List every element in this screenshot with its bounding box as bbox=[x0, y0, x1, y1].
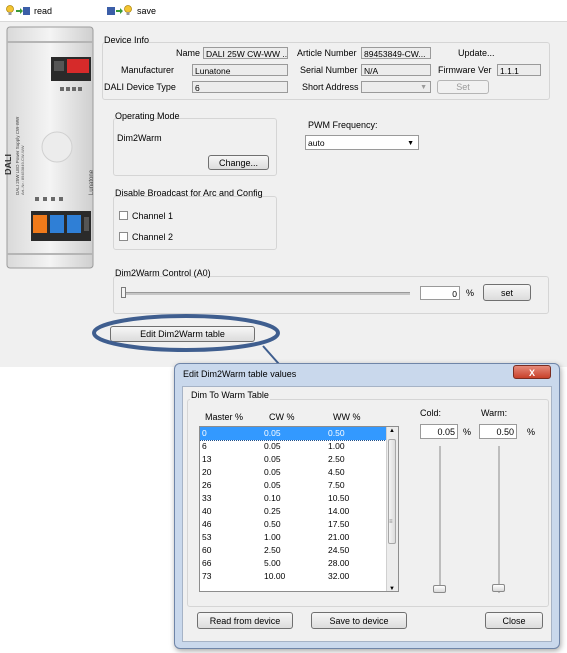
close-button[interactable]: Close bbox=[485, 612, 543, 629]
cell-master: 66 bbox=[202, 558, 212, 568]
warm-unit: % bbox=[527, 427, 536, 437]
read-from-device-button[interactable]: Read from device bbox=[197, 612, 293, 629]
cell-ww: 1.00 bbox=[328, 441, 345, 451]
table-row[interactable]: 20 0.05 4.50 bbox=[200, 466, 390, 479]
cell-master: 13 bbox=[202, 454, 212, 464]
cell-master: 0 bbox=[202, 428, 207, 438]
cell-cw: 0.05 bbox=[264, 441, 281, 451]
warm-label: Warm: bbox=[481, 408, 508, 418]
cold-slider-thumb[interactable] bbox=[433, 584, 446, 593]
callout-ellipse bbox=[92, 314, 280, 352]
column-header-cw: CW % bbox=[269, 412, 295, 422]
cell-master: 26 bbox=[202, 480, 212, 490]
table-row[interactable]: 0 0.05 0.50 bbox=[200, 427, 391, 441]
cell-master: 53 bbox=[202, 532, 212, 542]
table-row[interactable]: 66 5.00 28.00 bbox=[200, 557, 390, 570]
table-row[interactable]: 46 0.50 17.50 bbox=[200, 518, 390, 531]
cell-ww: 0.50 bbox=[328, 428, 345, 438]
cell-ww: 17.50 bbox=[328, 519, 350, 529]
table-scrollbar[interactable]: ▲ ≡ ▼ bbox=[386, 427, 398, 591]
cell-master: 60 bbox=[202, 545, 212, 555]
cell-master: 73 bbox=[202, 571, 212, 581]
table-row[interactable]: 13 0.05 2.50 bbox=[200, 453, 390, 466]
cell-ww: 4.50 bbox=[328, 467, 345, 477]
warm-slider-thumb[interactable] bbox=[492, 584, 505, 593]
table-scrollbar-thumb[interactable] bbox=[388, 439, 396, 544]
table-row[interactable]: 26 0.05 7.50 bbox=[200, 479, 390, 492]
cell-cw: 10.00 bbox=[264, 571, 286, 581]
table-row[interactable]: 6 0.05 1.00 bbox=[200, 440, 390, 453]
column-header-ww: WW % bbox=[333, 412, 361, 422]
cold-value-field[interactable]: 0.05 bbox=[420, 424, 458, 439]
warm-value-field[interactable]: 0.50 bbox=[479, 424, 517, 439]
cell-ww: 14.00 bbox=[328, 506, 350, 516]
cell-ww: 10.50 bbox=[328, 493, 350, 503]
cell-ww: 2.50 bbox=[328, 454, 345, 464]
scroll-down-icon[interactable]: ▼ bbox=[389, 586, 395, 591]
scroll-up-icon[interactable]: ▲ bbox=[389, 428, 395, 434]
table-row[interactable]: 40 0.25 14.00 bbox=[200, 505, 390, 518]
table-row[interactable]: 33 0.10 10.50 bbox=[200, 492, 390, 505]
cell-cw: 5.00 bbox=[264, 558, 281, 568]
cell-ww: 24.50 bbox=[328, 545, 350, 555]
cold-label: Cold: bbox=[420, 408, 442, 418]
cell-ww: 28.00 bbox=[328, 558, 350, 568]
column-header-master: Master % bbox=[205, 412, 244, 422]
cell-ww: 21.00 bbox=[328, 532, 350, 542]
dialog-close-icon[interactable]: X bbox=[513, 365, 551, 379]
cell-ww: 7.50 bbox=[328, 480, 345, 490]
cell-cw: 0.50 bbox=[264, 519, 281, 529]
cell-cw: 0.05 bbox=[264, 467, 281, 477]
cell-cw: 0.25 bbox=[264, 506, 281, 516]
grip-icon: ≡ bbox=[389, 519, 393, 525]
dialog-title: Edit Dim2Warm table values bbox=[183, 369, 297, 379]
cell-master: 33 bbox=[202, 493, 212, 503]
cell-cw: 2.50 bbox=[264, 545, 281, 555]
cell-cw: 0.05 bbox=[264, 454, 281, 464]
cold-slider-track[interactable] bbox=[439, 446, 441, 593]
table-grid[interactable]: 73 10.00 32.00 66 5.00 28.00 60 2.50 24.50 53 1.00… bbox=[199, 426, 399, 592]
cell-cw: 0.10 bbox=[264, 493, 281, 503]
cell-master: 46 bbox=[202, 519, 212, 529]
cell-cw: 1.00 bbox=[264, 532, 281, 542]
save-to-device-button[interactable]: Save to device bbox=[311, 612, 407, 629]
cell-cw: 0.05 bbox=[264, 428, 281, 438]
cell-master: 6 bbox=[202, 441, 207, 451]
cell-ww: 32.00 bbox=[328, 571, 350, 581]
cell-master: 20 bbox=[202, 467, 212, 477]
edit-table-dialog: Edit Dim2Warm table values X Dim To Warm… bbox=[174, 363, 560, 649]
cell-cw: 0.05 bbox=[264, 480, 281, 490]
table-row[interactable]: 73 10.00 32.00 bbox=[200, 570, 390, 583]
dim-to-warm-group-title: Dim To Warm Table bbox=[190, 390, 270, 400]
table-row[interactable]: 60 2.50 24.50 bbox=[200, 544, 390, 557]
table-row[interactable]: 53 1.00 21.00 bbox=[200, 531, 390, 544]
cell-master: 40 bbox=[202, 506, 212, 516]
cold-unit: % bbox=[463, 427, 472, 437]
warm-slider-track[interactable] bbox=[498, 446, 500, 593]
